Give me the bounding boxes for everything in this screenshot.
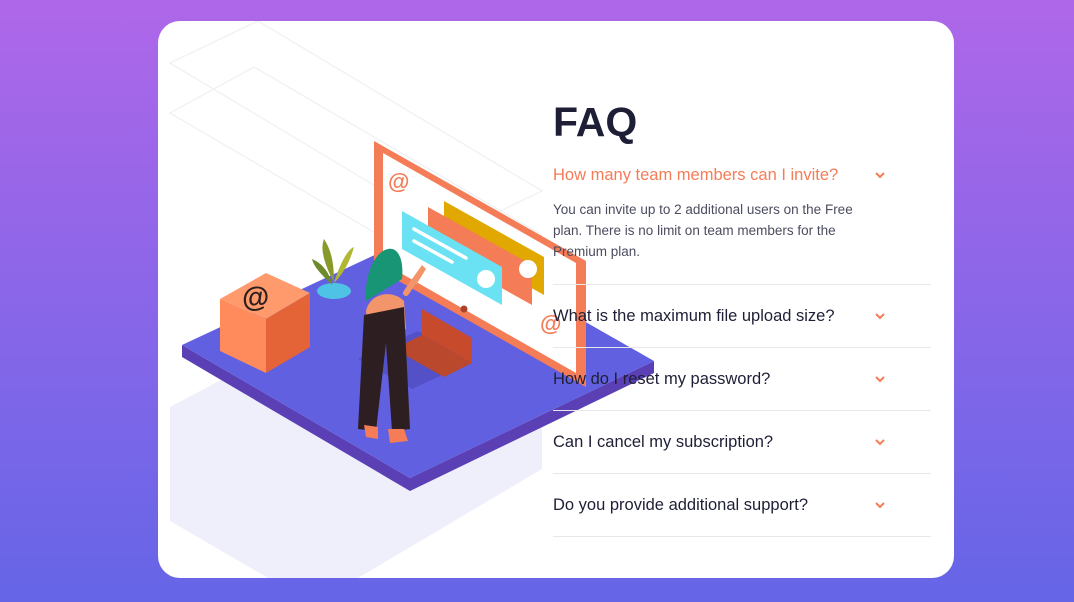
faq-answer-text: You can invite up to 2 additional users … (553, 202, 853, 259)
cube-at-icon: @ (241, 281, 270, 314)
faq-question-text: Can I cancel my subscription? (553, 432, 774, 451)
faq-question-toggle[interactable]: Do you provide additional support? (553, 474, 931, 536)
faq-item: How many team members can I invite? You … (553, 166, 931, 285)
chevron-up-icon (875, 171, 885, 181)
monitor-at-icon-top: @ (388, 169, 409, 194)
faq-question-toggle[interactable]: What is the maximum file upload size? (553, 285, 931, 347)
faq-title: FAQ (553, 99, 638, 145)
faq-question-text: How do I reset my password? (553, 369, 771, 388)
faq-panel: FAQ How many team members can I invite? … (553, 100, 931, 537)
faq-question-text: What is the maximum file upload size? (553, 306, 835, 325)
chevron-down-icon (875, 437, 885, 447)
faq-question-toggle[interactable]: How many team members can I invite? (553, 166, 931, 199)
chevron-down-icon (875, 500, 885, 510)
faq-question-toggle[interactable]: How do I reset my password? (553, 348, 931, 410)
faq-item: Do you provide additional support? (553, 474, 931, 537)
faq-question-text: Do you provide additional support? (553, 495, 809, 514)
faq-question-toggle[interactable]: Can I cancel my subscription? (553, 411, 931, 473)
chevron-down-icon (875, 311, 885, 321)
faq-card: @ @ @ FAQ How many team members can I in… (158, 21, 954, 578)
faq-item: How do I reset my password? (553, 348, 931, 411)
faq-item: What is the maximum file upload size? (553, 285, 931, 348)
chevron-down-icon (875, 374, 885, 384)
faq-question-text: How many team members can I invite? (553, 166, 839, 184)
faq-item: Can I cancel my subscription? (553, 411, 931, 474)
